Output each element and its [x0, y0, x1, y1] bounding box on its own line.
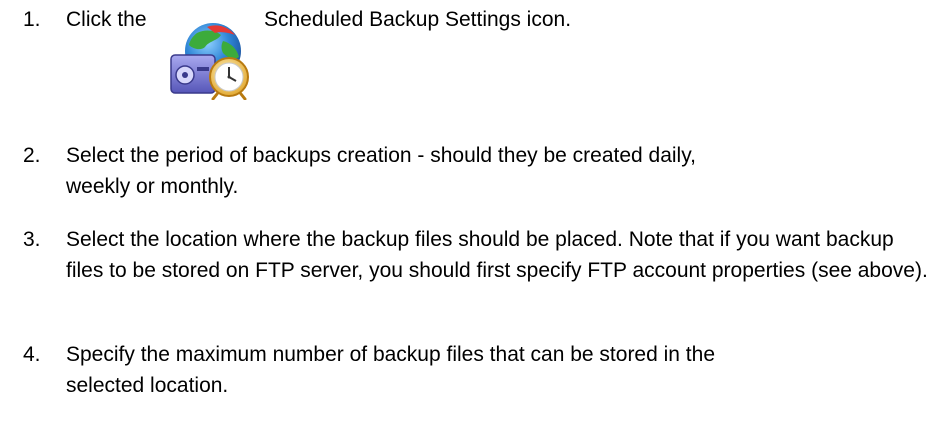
- scheduled-backup-settings-icon: [170, 23, 249, 100]
- step-text: Select the period of backups creation - …: [66, 144, 696, 198]
- step-number: 1.: [23, 8, 41, 31]
- step-text: Specify the maximum number of backup fil…: [66, 343, 716, 397]
- step-text-before-icon: Click the: [66, 8, 147, 31]
- step-number: 2.: [23, 144, 41, 167]
- step-number: 4.: [23, 343, 41, 366]
- step-number: 3.: [23, 228, 41, 251]
- step-text-after-icon: Scheduled Backup Settings icon.: [264, 8, 572, 31]
- step-text: Select the location where the backup fil…: [66, 228, 928, 282]
